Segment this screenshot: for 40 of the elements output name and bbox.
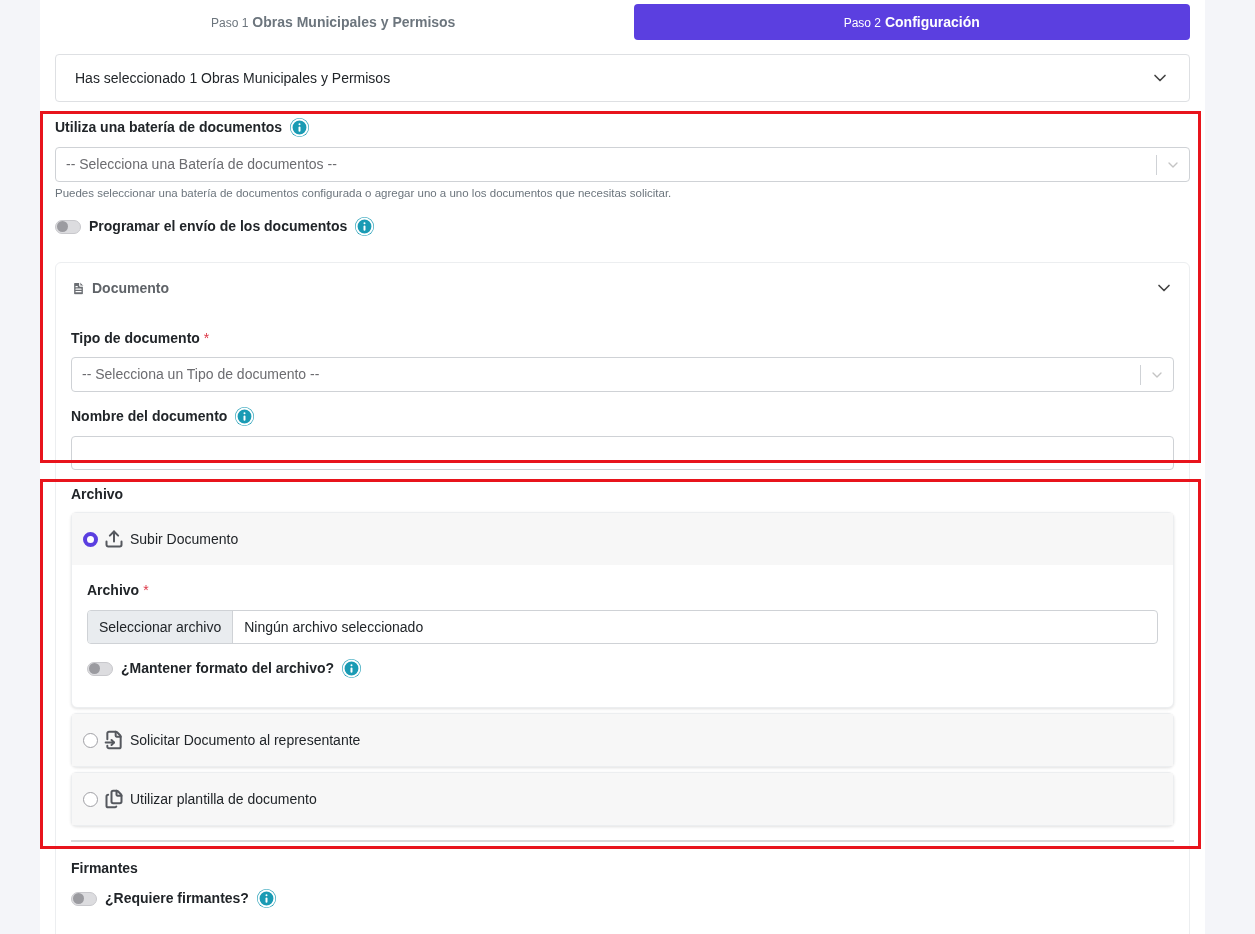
required-mark: * (143, 581, 149, 601)
selection-summary[interactable]: Has seleccionado 1 Obras Municipales y Permisos (55, 54, 1190, 102)
radio-button[interactable] (83, 531, 98, 547)
section-label: Firmantes (71, 859, 139, 879)
field-label: Archivo (87, 581, 140, 601)
field-label: Nombre del documento (71, 407, 228, 427)
required-mark: * (203, 329, 210, 349)
field-label: Tipo de documento (71, 329, 200, 349)
document-icon (71, 280, 86, 296)
toggle-label: ¿Requiere firmantes? (105, 889, 249, 909)
info-icon[interactable] (256, 889, 276, 909)
step-tab[interactable]: Paso 2 Configuración (633, 4, 1190, 40)
file-option[interactable]: Utilizar plantilla de documento (72, 773, 1173, 826)
toggle-switch[interactable] (71, 891, 97, 906)
radio-button[interactable] (83, 791, 98, 807)
radio-button[interactable] (83, 732, 98, 748)
section-label: Archivo (71, 485, 125, 505)
document-type-select[interactable]: -- Selecciona un Tipo de documento -- (71, 357, 1174, 393)
file-status-text: Ningún archivo seleccionado (243, 617, 425, 637)
info-icon[interactable] (290, 118, 310, 137)
toggle-label: ¿Mantener formato del archivo? (121, 659, 335, 679)
file-option[interactable]: Subir Documento (72, 513, 1173, 566)
info-icon[interactable] (235, 407, 255, 427)
choose-file-button[interactable]: Seleccionar archivo (88, 611, 234, 644)
info-icon[interactable] (342, 659, 362, 679)
document-name-field[interactable] (71, 436, 1174, 471)
battery-select[interactable]: -- Selecciona una Batería de documentos -- (55, 147, 1190, 182)
help-text: Puedes seleccionar una batería de documentos configurada o agregar uno a uno los documentos que necesitas solicitar. (55, 186, 673, 201)
copy-files-icon (104, 789, 124, 810)
document-header[interactable]: Documento (71, 263, 1174, 312)
field-label: Utiliza una batería de documentos (55, 118, 283, 137)
toggle-label: Programar el envío de los documentos (89, 217, 348, 237)
toggle-switch[interactable] (87, 661, 113, 676)
summary-text: Has seleccionado 1 Obras Municipales y Permisos (75, 68, 392, 88)
upload-icon (104, 529, 124, 550)
file-import-icon (104, 730, 124, 751)
file-input-field[interactable]: Seleccionar archivo Ningún archivo seleccionado (87, 610, 1158, 645)
file-option[interactable]: Solicitar Documento al representante (72, 714, 1173, 767)
info-icon[interactable] (355, 217, 375, 237)
toggle-switch[interactable] (55, 219, 81, 234)
